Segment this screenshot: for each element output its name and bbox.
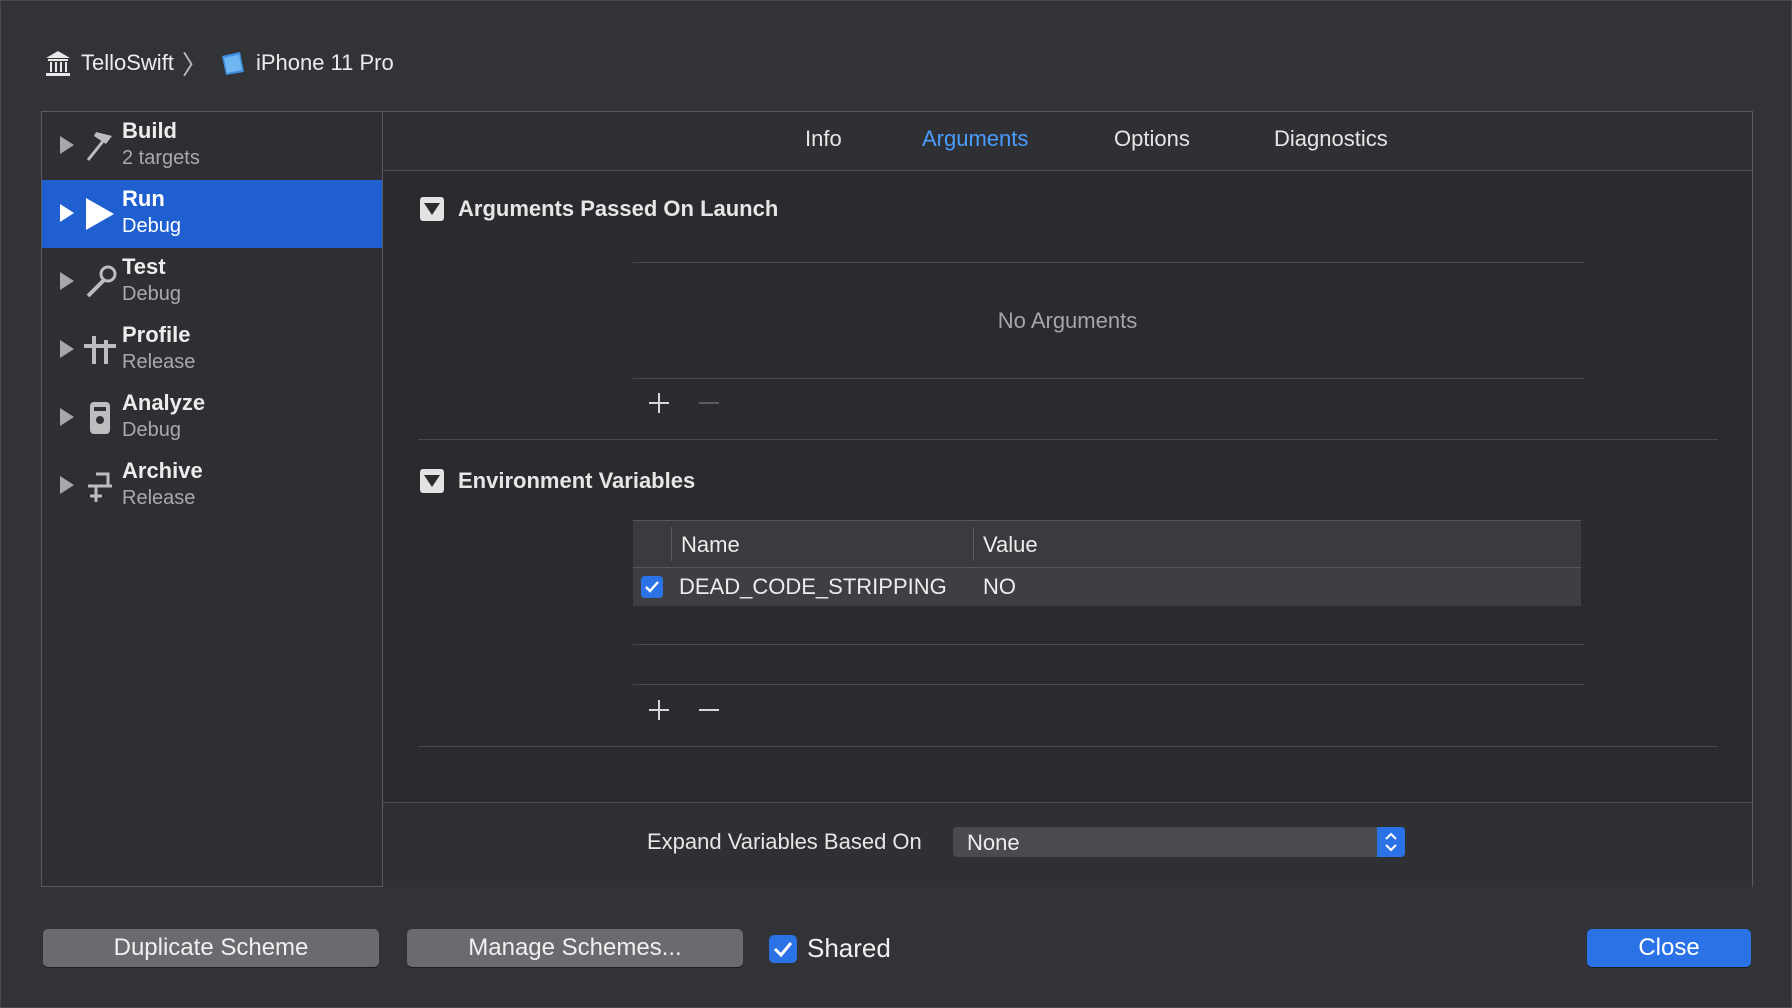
sidebar-item-run[interactable]: Run Debug bbox=[42, 180, 382, 248]
sidebar-item-subtitle: Debug bbox=[122, 215, 181, 237]
column-header-value[interactable]: Value bbox=[983, 532, 1038, 558]
env-var-value[interactable]: NO bbox=[983, 574, 1016, 600]
remove-argument-button[interactable] bbox=[697, 391, 721, 415]
tab-info[interactable]: Info bbox=[805, 126, 842, 152]
column-divider[interactable] bbox=[973, 527, 974, 561]
expand-variables-label: Expand Variables Based On bbox=[647, 829, 922, 854]
sidebar-item-analyze[interactable]: Analyze Debug bbox=[42, 384, 382, 452]
arguments-section-header[interactable]: Arguments Passed On Launch bbox=[420, 196, 778, 222]
sidebar-item-subtitle: Release bbox=[122, 351, 196, 373]
checkmark-icon bbox=[773, 941, 793, 957]
disclosure-triangle-icon[interactable] bbox=[60, 408, 74, 426]
divider bbox=[633, 684, 1585, 685]
hammer-icon bbox=[82, 126, 122, 166]
project-icon[interactable] bbox=[43, 48, 73, 78]
simulator-device-icon[interactable] bbox=[218, 48, 248, 78]
sidebar-item-profile[interactable]: Profile Release bbox=[42, 316, 382, 384]
disclosure-triangle-icon[interactable] bbox=[60, 340, 74, 358]
sidebar-item-subtitle: Debug bbox=[122, 419, 181, 441]
environment-section-header[interactable]: Environment Variables bbox=[420, 468, 695, 494]
expand-variables-select[interactable]: None bbox=[953, 827, 1405, 857]
duplicate-scheme-button[interactable]: Duplicate Scheme bbox=[43, 929, 379, 967]
disclosure-triangle-icon[interactable] bbox=[60, 204, 74, 222]
sidebar-item-title: Profile bbox=[122, 322, 191, 347]
select-value: None bbox=[967, 830, 1020, 855]
checkmark-icon bbox=[645, 581, 659, 593]
sidebar-item-title: Archive bbox=[122, 458, 203, 483]
empty-arguments-text: No Arguments bbox=[997, 308, 1138, 333]
divider bbox=[633, 378, 1585, 379]
sidebar-item-title: Build bbox=[122, 118, 177, 143]
disclosure-triangle-icon[interactable] bbox=[60, 272, 74, 290]
sidebar-item-title: Analyze bbox=[122, 390, 206, 415]
up-down-chevron-icon[interactable] bbox=[1377, 827, 1405, 857]
disclosure-triangle-icon[interactable] bbox=[60, 476, 74, 494]
sidebar-item-archive[interactable]: Archive Release bbox=[42, 452, 382, 520]
sidebar-item-test[interactable]: Test Debug bbox=[42, 248, 382, 316]
scheme-content: Info Arguments Options Diagnostics Argum… bbox=[383, 112, 1752, 887]
breadcrumb-device[interactable]: iPhone 11 Pro bbox=[256, 50, 394, 76]
sidebar-item-build[interactable]: Build 2 targets bbox=[42, 112, 382, 180]
disclosure-triangle-icon[interactable] bbox=[60, 136, 74, 154]
table-header: Name Value bbox=[633, 520, 1581, 568]
divider bbox=[418, 439, 1718, 440]
play-icon bbox=[82, 194, 122, 234]
manage-schemes-button[interactable]: Manage Schemes... bbox=[407, 929, 743, 967]
environment-table: Name Value DEAD_CODE_STRIPPING NO bbox=[633, 520, 1581, 606]
row-enabled-checkbox[interactable] bbox=[641, 576, 663, 598]
table-row[interactable]: DEAD_CODE_STRIPPING NO bbox=[633, 568, 1581, 606]
tab-arguments[interactable]: Arguments bbox=[922, 126, 1028, 152]
expand-variables-bar: Expand Variables Based On None bbox=[383, 802, 1752, 887]
chevron-right-icon: 〉 bbox=[181, 49, 208, 80]
scheme-panel: Build 2 targets Run Debug Test Debug Pro… bbox=[41, 111, 1753, 887]
remove-variable-button[interactable] bbox=[697, 698, 721, 722]
close-button[interactable]: Close bbox=[1587, 929, 1751, 967]
add-variable-button[interactable] bbox=[647, 698, 671, 722]
divider bbox=[418, 746, 1718, 747]
wrench-icon bbox=[82, 262, 122, 302]
tab-bar: Info Arguments Options Diagnostics bbox=[383, 112, 1752, 171]
section-title: Arguments Passed On Launch bbox=[458, 196, 779, 221]
add-argument-button[interactable] bbox=[647, 391, 671, 415]
archive-icon bbox=[82, 466, 122, 506]
breadcrumb: TelloSwift 〉 iPhone 11 Pro bbox=[43, 47, 394, 80]
breadcrumb-project[interactable]: TelloSwift bbox=[81, 50, 174, 76]
sidebar-item-title: Test bbox=[122, 254, 166, 279]
scheme-actions-sidebar: Build 2 targets Run Debug Test Debug Pro… bbox=[42, 112, 383, 886]
shared-checkbox[interactable] bbox=[769, 934, 797, 963]
env-var-name[interactable]: DEAD_CODE_STRIPPING bbox=[679, 574, 947, 600]
shared-checkbox-group[interactable]: Shared bbox=[769, 933, 891, 964]
collapse-toggle-icon[interactable] bbox=[420, 197, 444, 221]
collapse-toggle-icon[interactable] bbox=[420, 469, 444, 493]
divider bbox=[633, 644, 1585, 645]
scheme-editor-window: TelloSwift 〉 iPhone 11 Pro Build 2 targe… bbox=[0, 0, 1792, 1008]
sidebar-item-subtitle: 2 targets bbox=[122, 147, 200, 169]
column-header-name[interactable]: Name bbox=[681, 532, 740, 558]
column-divider[interactable] bbox=[671, 527, 672, 561]
sidebar-item-title: Run bbox=[122, 186, 165, 211]
sidebar-item-subtitle: Debug bbox=[122, 283, 181, 305]
sidebar-item-subtitle: Release bbox=[122, 487, 196, 509]
section-title: Environment Variables bbox=[458, 468, 696, 493]
shared-label[interactable]: Shared bbox=[807, 933, 891, 964]
tab-diagnostics[interactable]: Diagnostics bbox=[1274, 126, 1388, 152]
tab-options[interactable]: Options bbox=[1114, 126, 1190, 152]
divider bbox=[633, 262, 1585, 263]
instruments-icon bbox=[82, 330, 122, 370]
analyze-icon bbox=[82, 398, 122, 438]
